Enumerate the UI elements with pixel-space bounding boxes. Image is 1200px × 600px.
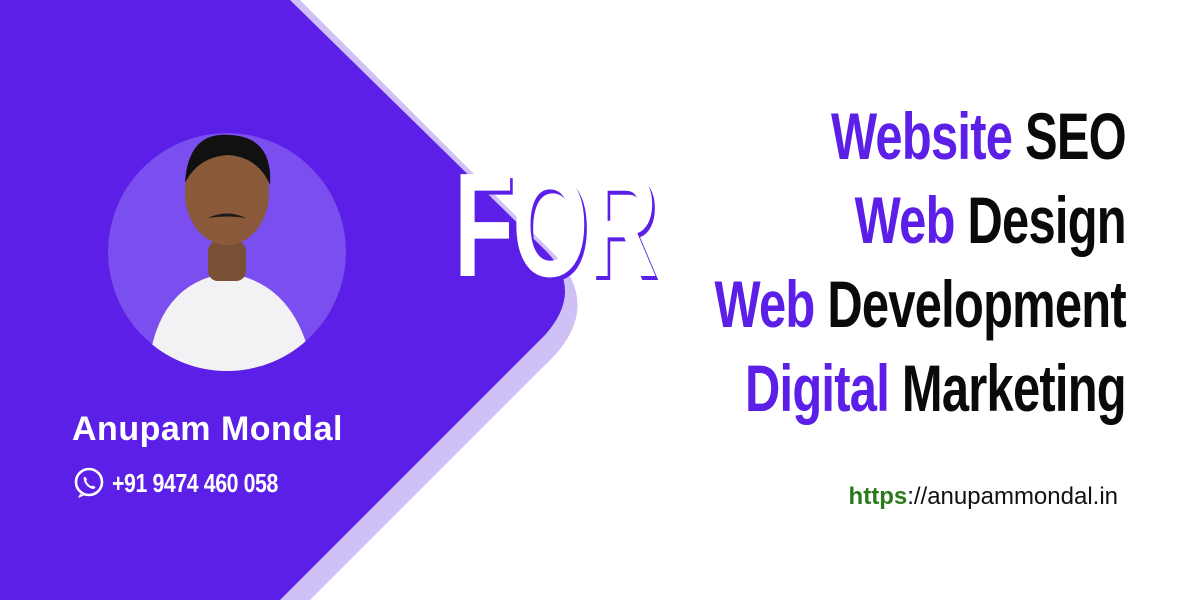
service-rest: SEO	[1025, 99, 1127, 173]
service-accent: Website	[831, 99, 1013, 173]
phone-contact[interactable]: +91 9474 460 058	[72, 466, 314, 500]
whatsapp-icon	[74, 467, 104, 498]
website-link[interactable]: https://anupammondal.in	[849, 483, 1118, 511]
service-item-design: Web Design	[715, 178, 1127, 262]
service-accent: Digital	[745, 351, 890, 425]
service-accent: Web	[854, 183, 956, 257]
profile-name: Anupam Mondal	[72, 410, 343, 448]
service-rest: Design	[967, 183, 1127, 257]
services-list: Website SEO Web Design Web Development D…	[570, 94, 1127, 430]
phone-number: +91 9474 460 058	[112, 467, 278, 498]
url-domain: ://anupammondal.in	[907, 483, 1118, 510]
service-accent: Web	[714, 267, 816, 341]
avatar	[108, 133, 346, 371]
url-scheme: https	[848, 483, 908, 510]
service-item-development: Web Development	[714, 262, 1127, 346]
service-rest: Development	[827, 267, 1126, 341]
service-item-seo: Website SEO	[715, 94, 1127, 178]
service-rest: Marketing	[901, 351, 1127, 425]
service-item-marketing: Digital Marketing	[715, 346, 1127, 430]
